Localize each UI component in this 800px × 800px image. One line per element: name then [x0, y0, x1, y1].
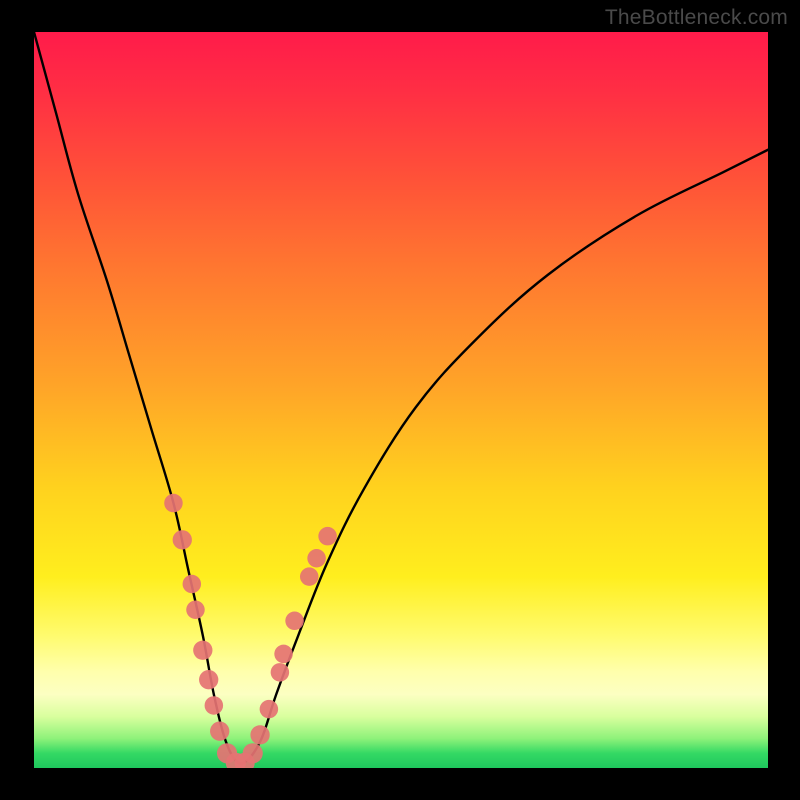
marker-dot — [205, 696, 224, 715]
marker-dot — [318, 527, 337, 546]
marker-dot — [243, 743, 263, 763]
marker-dot — [250, 725, 269, 744]
marker-dot — [274, 645, 293, 664]
marker-dot — [199, 670, 218, 689]
marker-group — [164, 494, 337, 768]
marker-dot — [307, 549, 326, 568]
marker-dot — [183, 575, 202, 594]
marker-dot — [193, 641, 212, 660]
marker-dot — [271, 663, 290, 682]
curve-svg — [34, 32, 768, 768]
marker-dot — [300, 567, 319, 586]
marker-dot — [260, 700, 279, 719]
chart-frame: TheBottleneck.com — [0, 0, 800, 800]
marker-dot — [173, 530, 192, 549]
bottleneck-curve — [34, 32, 768, 764]
plot-area — [34, 32, 768, 768]
marker-dot — [186, 601, 205, 620]
marker-dot — [285, 612, 304, 631]
marker-dot — [210, 722, 229, 741]
watermark-text: TheBottleneck.com — [605, 6, 788, 30]
marker-dot — [164, 494, 183, 513]
